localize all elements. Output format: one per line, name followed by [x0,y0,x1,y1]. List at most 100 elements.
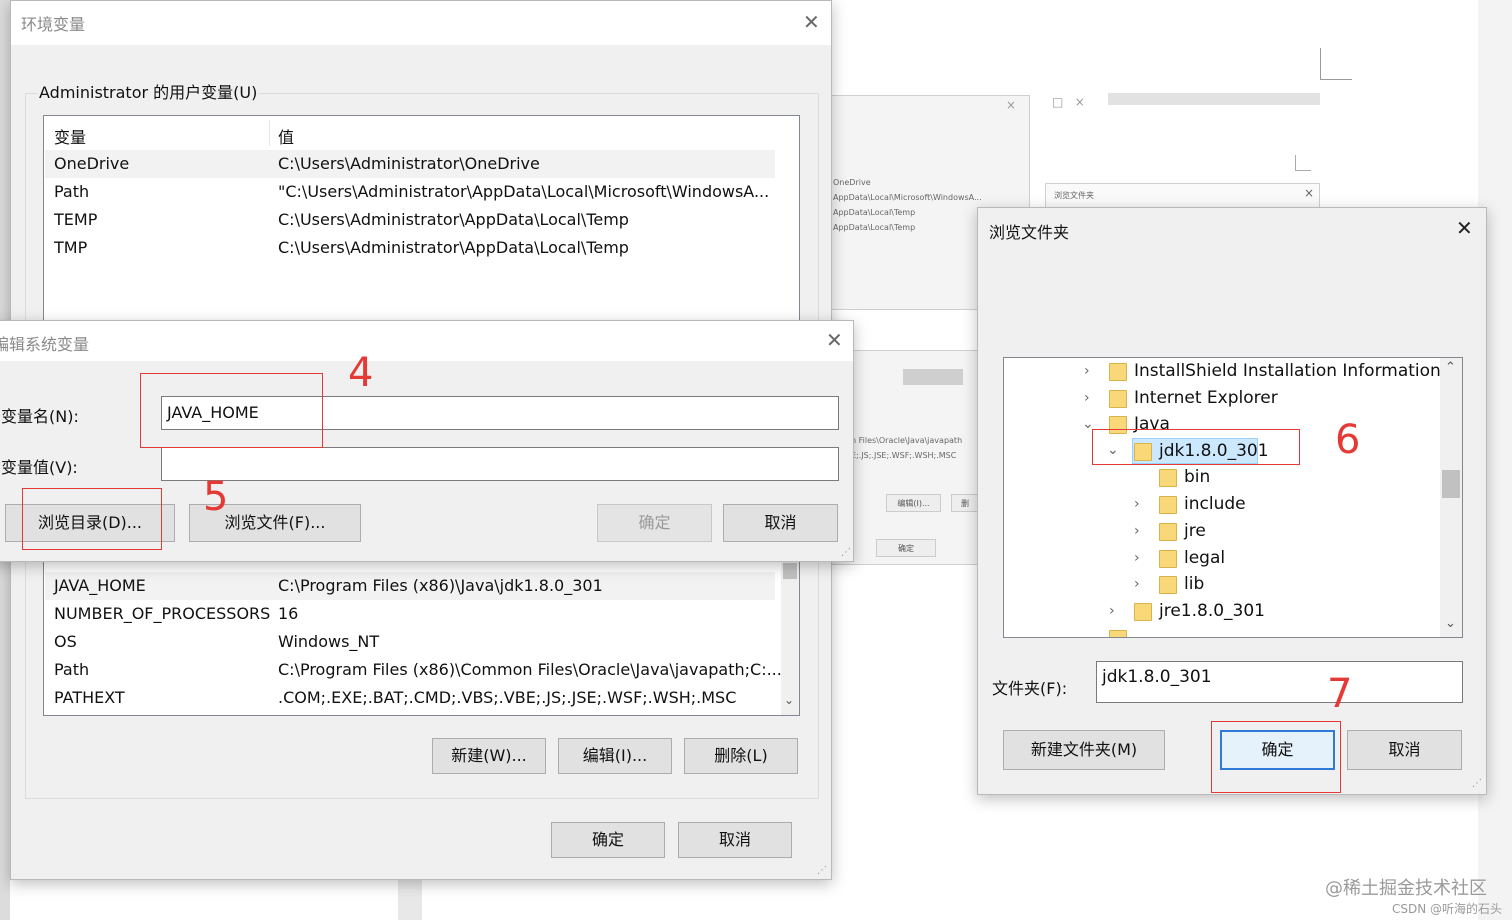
scroll-down-icon[interactable]: ⌄ [1445,616,1456,631]
env-ok-button[interactable]: 确定 [551,822,665,858]
var-name: JAVA_HOME [54,576,146,595]
table-row[interactable]: PATHEXT .COM;.EXE;.BAT;.CMD;.VBS;.VBE;.J… [45,684,775,712]
ghost-path: E;.JS;.JSE;.WSF;.WSH;.MSC [851,451,957,460]
ghost-line: AppData\Local\Temp [833,223,916,232]
table-row[interactable]: TEMP C:\Users\Administrator\AppData\Loca… [45,206,775,234]
annotation-step4: 4 [348,350,374,396]
close-icon[interactable]: ✕ [803,12,820,32]
annotation-box-step4 [140,373,323,448]
table-row[interactable]: NUMBER_OF_PROCESSORS 16 [45,600,775,628]
var-name: OS [54,632,77,651]
table-row[interactable]: OneDrive C:\Users\Administrator\OneDrive [45,150,775,178]
edit-cancel-button[interactable]: 取消 [723,504,838,542]
ghost-close-icon: × [1304,186,1315,200]
ghost-ok-button: 确定 [876,539,936,557]
column-header-value[interactable]: 值 [278,124,294,148]
ghost-title: 浏览文件夹 [1054,191,1094,200]
folder-icon [1159,523,1177,541]
var-value: C:\Program Files (x86)\Common Files\Orac… [278,660,782,679]
chevron-right-icon[interactable]: › [1084,390,1090,406]
scrollbar[interactable]: ⌃ ⌄ [1440,358,1462,637]
table-row[interactable]: OS Windows_NT [45,628,775,656]
new-folder-button[interactable]: 新建文件夹(M) [1003,730,1165,770]
variable-value-input[interactable] [161,447,839,481]
user-vars-label: Administrator 的用户变量(U) [37,79,260,103]
scrollbar-thumb[interactable] [783,563,797,579]
scrollbar-thumb[interactable] [1442,470,1460,498]
folder-input[interactable]: jdk1.8.0_301 [1096,661,1463,703]
var-name: TMP [54,238,88,257]
ghost-line: OneDrive [833,178,871,187]
annotation-step5: 5 [203,474,229,520]
annotation-step7: 7 [1327,671,1353,717]
edit-titlebar: 编辑系统变量 ✕ [0,321,853,361]
tree-item-jre[interactable]: jre [1184,521,1206,541]
user-vars-list[interactable]: 变量 值 OneDrive C:\Users\Administrator\One… [43,115,800,325]
new-variable-button[interactable]: 新建(W)... [432,738,546,774]
tree-item-include[interactable]: include [1184,494,1246,514]
env-titlebar: 环境变量 ✕ [11,1,831,45]
tree-item-lib[interactable]: lib [1184,574,1204,594]
resize-grip-icon[interactable]: ⋰ [841,547,851,558]
column-header-name[interactable]: 变量 [54,124,86,148]
annotation-step6: 6 [1335,417,1361,463]
folder-icon [1109,363,1127,381]
scroll-up-icon[interactable]: ⌃ [1445,360,1456,375]
var-value: 16 [278,604,299,623]
watermark-juejin: @稀土掘金技术社区 [1325,878,1487,899]
folder-tree[interactable]: ⌃ ⌄ › InstallShield Installation Informa… [1003,357,1463,638]
chevron-right-icon[interactable]: › [1134,576,1140,592]
variable-value-label: 变量值(V): [1,458,78,477]
scrollbar[interactable]: ⌄ [781,547,799,715]
list-header: 变量 值 [44,116,799,150]
tree-item-bin[interactable]: bin [1184,467,1210,487]
table-row[interactable]: TMP C:\Users\Administrator\AppData\Local… [45,234,775,262]
chevron-right-icon[interactable]: › [1084,363,1090,379]
var-name: Path [54,660,90,679]
ghost-delete-button: 删 [951,494,979,512]
chevron-right-icon[interactable]: › [1134,523,1140,539]
browse-cancel-button[interactable]: 取消 [1347,730,1462,770]
browse-titlebar: 浏览文件夹 ✕ [978,208,1486,252]
page-corner-mark-2 [1295,155,1311,171]
tree-item-installshield[interactable]: InstallShield Installation Information [1134,361,1441,381]
chevron-right-icon[interactable]: › [1134,550,1140,566]
folder-icon [1159,496,1177,514]
folder-icon [1159,576,1177,594]
variable-name-label: 变量名(N): [1,407,79,426]
tree-item-legal[interactable]: legal [1184,548,1225,568]
page-corner-mark [1320,48,1352,80]
ghost-close-icon: × [1006,98,1017,112]
folder-label: 文件夹(F): [992,679,1068,698]
background-separator [398,880,422,920]
chevron-right-icon[interactable]: › [1109,603,1115,619]
annotation-box-step5 [22,488,162,550]
var-value: "C:\Users\Administrator\AppData\Local\Mi… [278,182,770,201]
delete-variable-button[interactable]: 删除(L) [684,738,798,774]
resize-grip-icon[interactable]: ⋰ [817,865,827,876]
edit-ok-button[interactable]: 确定 [597,504,712,542]
chevron-right-icon[interactable]: › [1134,496,1140,512]
ghost-line: AppData\Local\Microsoft\WindowsA... [833,193,982,202]
tree-item-internet-explorer[interactable]: Internet Explorer [1134,388,1278,408]
folder-icon [1159,469,1177,487]
close-icon[interactable]: ✕ [826,330,843,350]
table-row[interactable]: Path "C:\Users\Administrator\AppData\Loc… [45,178,775,206]
table-row[interactable]: JAVA_HOME C:\Program Files (x86)\Java\jd… [45,572,775,600]
ghost-line: AppData\Local\Temp [833,208,916,217]
var-name: TEMP [54,210,98,229]
env-cancel-button[interactable]: 取消 [678,822,792,858]
folder-icon [1159,550,1177,568]
table-row[interactable]: Path C:\Program Files (x86)\Common Files… [45,656,782,684]
column-divider [269,120,270,146]
var-name: PATHEXT [54,688,125,707]
edit-variable-button[interactable]: 编辑(I)... [558,738,672,774]
close-icon[interactable]: ✕ [1456,218,1473,238]
folder-icon [1134,603,1152,621]
resize-grip-icon[interactable]: ⋰ [1472,778,1482,789]
var-value: Windows_NT [278,632,380,651]
tree-item-jre8[interactable]: jre1.8.0_301 [1159,601,1265,621]
scroll-down-icon[interactable]: ⌄ [784,693,794,707]
system-vars-list[interactable]: ⌄ JAVA_HOME C:\Program Files (x86)\Java\… [43,546,800,716]
ghost-window-controls: □ × [1052,95,1085,109]
